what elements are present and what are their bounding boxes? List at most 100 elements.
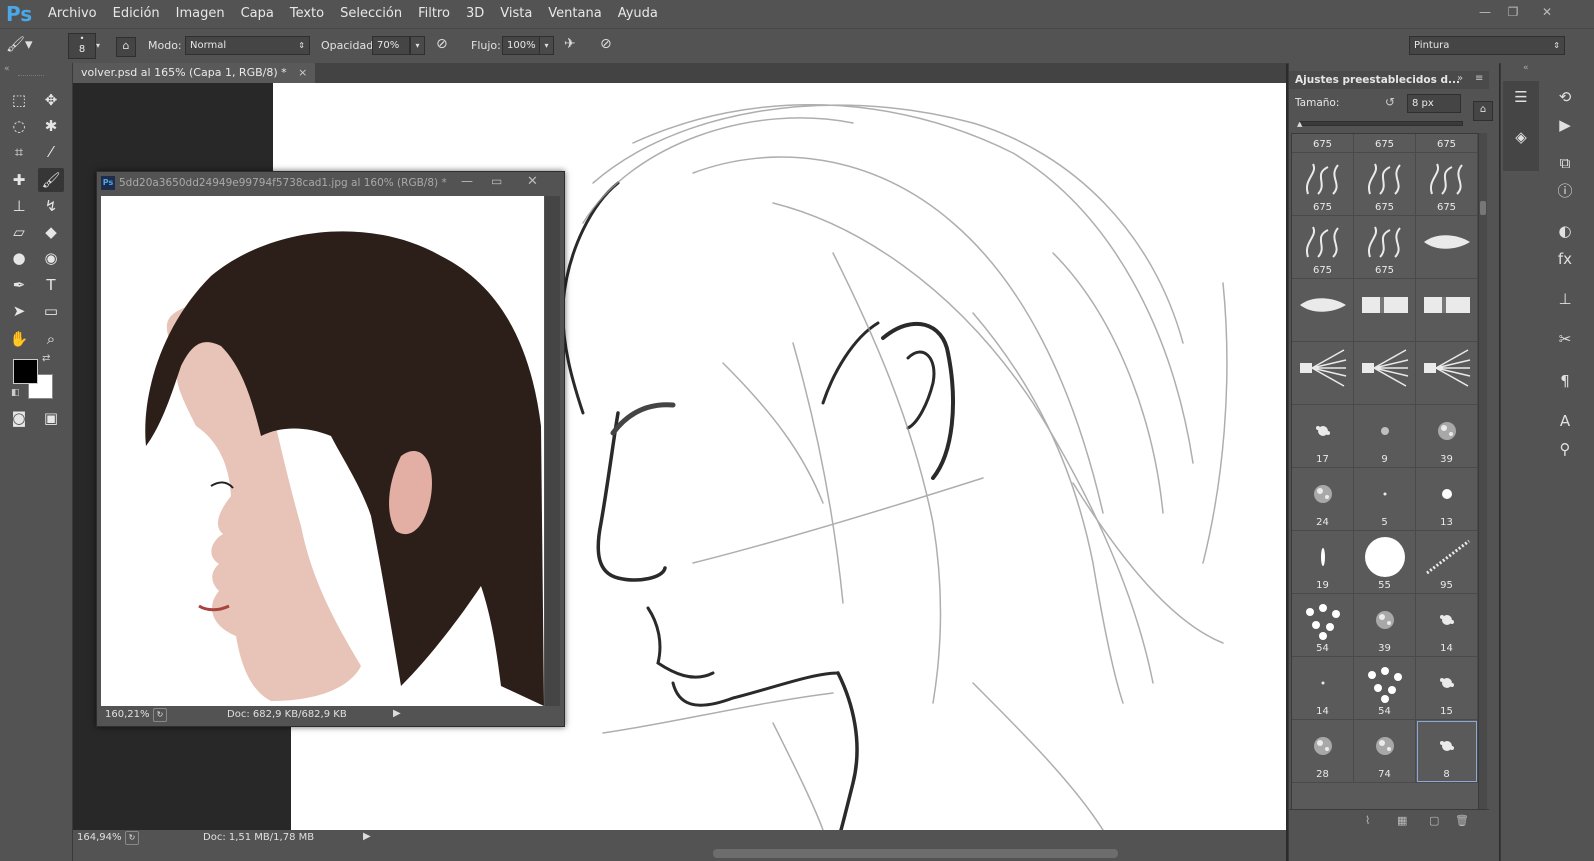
reset-size-icon[interactable]: ↺ — [1385, 95, 1395, 109]
status-menu-arrow-icon[interactable]: ▶ — [393, 708, 401, 719]
document-tab[interactable]: volver.psd al 165% (Capa 1, RGB/8) * × — [73, 63, 316, 83]
move-tool-icon[interactable]: ✥ — [38, 88, 64, 112]
brush-preset[interactable]: 19 — [1292, 531, 1354, 594]
brush-preset[interactable]: 54 — [1292, 594, 1354, 657]
brush-preset[interactable] — [1416, 279, 1478, 342]
menu-item[interactable]: Archivo — [40, 0, 105, 28]
zoom-tool-icon[interactable]: ⌕ — [38, 327, 64, 351]
menu-item[interactable]: Ayuda — [610, 0, 666, 28]
toggle-brush-panel-icon[interactable]: ⌇ — [1365, 814, 1370, 827]
default-colors-icon[interactable]: ◧ — [11, 388, 20, 398]
path-selection-tool-icon[interactable]: ➤ — [6, 299, 32, 323]
flow-input[interactable]: 100% — [502, 36, 540, 55]
zoom-level[interactable]: 164,94% — [77, 832, 122, 843]
panel-title[interactable]: Ajustes preestablecidos d... — [1295, 74, 1460, 86]
brush-preset[interactable]: 54 — [1354, 657, 1416, 720]
scrollbar-thumb[interactable] — [713, 849, 1118, 858]
menu-item[interactable]: Vista — [492, 0, 540, 28]
brush-preset[interactable]: 5 — [1354, 468, 1416, 531]
brush-preset[interactable]: 675 — [1354, 216, 1416, 279]
menu-item[interactable]: 3D — [458, 0, 492, 28]
size-input[interactable]: 8 px — [1407, 94, 1461, 113]
blur-tool-icon[interactable]: ● — [6, 246, 32, 270]
info-icon[interactable]: ⓘ — [1545, 179, 1585, 203]
brush-preset[interactable]: 39 — [1416, 405, 1478, 468]
menu-item[interactable]: Filtro — [410, 0, 458, 28]
workspace-select[interactable]: Pintura ⇕ — [1409, 36, 1565, 55]
marquee-tool-icon[interactable]: ⬚ — [6, 88, 32, 112]
airbrush-icon[interactable]: ✈ — [564, 36, 584, 56]
brush-preset[interactable]: 14 — [1292, 657, 1354, 720]
brush-preset[interactable]: 55 — [1354, 531, 1416, 594]
brush-preset[interactable]: 95 — [1416, 531, 1478, 594]
brush-preset[interactable] — [1292, 279, 1354, 342]
clone-stamp-tool-icon[interactable]: ⊥ — [6, 194, 32, 218]
menu-item[interactable]: Capa — [233, 0, 282, 28]
window-zoom-level[interactable]: 160,21% — [105, 709, 150, 720]
brush-preset[interactable] — [1292, 342, 1354, 405]
character-icon[interactable]: A — [1545, 409, 1585, 433]
brush-preset[interactable]: 24 — [1292, 468, 1354, 531]
screen-mode-icon[interactable]: ▣ — [38, 406, 64, 430]
vertical-scrollbar[interactable] — [545, 196, 560, 706]
close-tab-icon[interactable]: × — [298, 66, 307, 79]
paragraph-icon[interactable]: ¶ — [1545, 369, 1585, 393]
brush-presets-icon[interactable]: ☰ — [1501, 85, 1541, 109]
layers-icon[interactable]: ◈ — [1501, 125, 1541, 149]
close-icon[interactable]: ✕ — [1536, 4, 1558, 20]
eraser-tool-icon[interactable]: ▱ — [6, 220, 32, 244]
collapse-arrows-icon[interactable]: « — [1523, 63, 1529, 73]
brush-preset[interactable]: 39 — [1354, 594, 1416, 657]
size-slider[interactable] — [1299, 121, 1463, 126]
menu-item[interactable]: Texto — [282, 0, 332, 28]
brush-preset[interactable]: 9 — [1354, 405, 1416, 468]
status-info-icon[interactable]: ↻ — [125, 831, 139, 845]
brush-panel-toggle-icon[interactable]: ⌂ — [116, 37, 136, 57]
status-info-icon[interactable]: ↻ — [153, 708, 167, 722]
brush-preset[interactable] — [1354, 342, 1416, 405]
history-brush-tool-icon[interactable]: ↯ — [38, 194, 64, 218]
channels-icon[interactable]: ⧉ — [1545, 151, 1585, 175]
brush-preset[interactable]: 28 — [1292, 720, 1354, 783]
actions-icon[interactable]: ▶ — [1545, 113, 1585, 137]
brush-preset[interactable]: 8 — [1416, 720, 1478, 783]
trash-icon[interactable]: 🗑 — [1455, 814, 1469, 827]
paths-icon[interactable]: ⚲ — [1545, 437, 1585, 461]
restore-icon[interactable]: ❐ — [1502, 4, 1524, 20]
menu-item[interactable]: Ventana — [540, 0, 609, 28]
brush-preset[interactable] — [1354, 279, 1416, 342]
tool-presets-icon[interactable]: ✂ — [1545, 327, 1585, 351]
new-brush-icon[interactable]: ▢ — [1429, 814, 1439, 827]
hand-tool-icon[interactable]: ✋ — [6, 327, 32, 351]
flow-dropdown-icon[interactable]: ▾ — [539, 36, 554, 55]
brush-picker[interactable]: • 8 — [68, 33, 96, 59]
crop-tool-icon[interactable]: ⌗ — [6, 140, 32, 164]
menu-item[interactable]: Imagen — [168, 0, 233, 28]
horizontal-scrollbar[interactable] — [73, 846, 1286, 861]
brush-tool-preset-icon[interactable]: 🖌▾ — [6, 35, 42, 57]
brush-preset[interactable] — [1416, 216, 1478, 279]
brush-grid-scrollbar[interactable] — [1479, 133, 1487, 809]
brush-preset[interactable]: 13 — [1416, 468, 1478, 531]
brush-preset[interactable]: 675 — [1292, 134, 1354, 153]
minimize-icon[interactable]: — — [1474, 4, 1496, 20]
pressure-opacity-icon[interactable]: ⊘ — [436, 36, 456, 56]
brush-preset[interactable]: 15 — [1416, 657, 1478, 720]
menu-item[interactable]: Edición — [105, 0, 168, 28]
dodge-tool-icon[interactable]: ◉ — [38, 246, 64, 270]
expand-arrows-icon[interactable]: » — [1457, 73, 1463, 84]
brush-tool-icon[interactable]: 🖌 — [38, 168, 64, 192]
mode-select[interactable]: Normal ⇕ — [185, 36, 310, 55]
brush-settings-icon[interactable]: ▦ — [1397, 814, 1407, 827]
new-preset-icon[interactable]: ⌂ — [1473, 101, 1493, 121]
opacity-dropdown-icon[interactable]: ▾ — [410, 36, 425, 55]
brush-preset[interactable]: 675 — [1416, 153, 1478, 216]
brush-preset[interactable]: 74 — [1354, 720, 1416, 783]
chevron-down-icon[interactable]: ▾ — [96, 33, 106, 59]
clone-source-icon[interactable]: ⊥ — [1545, 287, 1585, 311]
rectangle-tool-icon[interactable]: ▭ — [38, 299, 64, 323]
brush-preset[interactable]: 675 — [1292, 216, 1354, 279]
reference-image-window[interactable]: Ps 5dd20a3650dd24949e99794f5738cad1.jpg … — [96, 171, 565, 727]
paint-bucket-tool-icon[interactable]: ◆ — [38, 220, 64, 244]
adjustments-icon[interactable]: ◐ — [1545, 219, 1585, 243]
